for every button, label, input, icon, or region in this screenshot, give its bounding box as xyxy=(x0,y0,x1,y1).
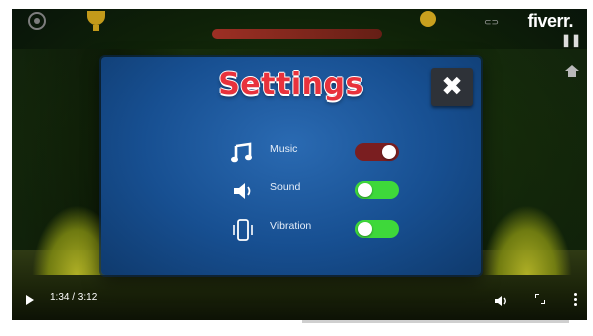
setting-row-sound: Sound xyxy=(219,176,419,204)
video-controls: 1:34 / 3:12 xyxy=(12,287,587,320)
gear-icon xyxy=(28,12,46,30)
setting-label: Sound xyxy=(270,181,301,193)
speaker-icon xyxy=(231,180,255,202)
pause-icon: ❚❚ xyxy=(561,33,582,47)
volume-icon[interactable] xyxy=(495,294,509,306)
health-bar xyxy=(212,29,382,39)
trophy-icon xyxy=(87,11,105,31)
setting-label: Music xyxy=(270,143,298,155)
close-button[interactable]: ✖ xyxy=(431,68,473,106)
link-icon: ⊂⊃ xyxy=(484,17,500,27)
play-icon[interactable] xyxy=(26,295,34,305)
setting-row-music: Music xyxy=(219,138,419,166)
vibration-icon xyxy=(231,219,255,241)
close-icon: ✖ xyxy=(441,72,463,102)
coin-icon xyxy=(420,11,436,27)
more-options-icon[interactable] xyxy=(574,293,577,307)
progress-played xyxy=(24,320,302,323)
progress-track[interactable] xyxy=(24,320,569,323)
setting-row-vibration: Vibration xyxy=(219,215,419,243)
time-display: 1:34 / 3:12 xyxy=(50,292,98,303)
music-toggle[interactable] xyxy=(355,143,399,161)
setting-label: Vibration xyxy=(270,220,312,232)
toggle-knob xyxy=(382,145,396,159)
settings-dialog: Settings ✖ Music Sound Vibration xyxy=(101,57,481,275)
toggle-knob xyxy=(358,222,372,236)
screenshot-frame: ⊂⊃ fiverr. ❚❚ Settings ✖ Music Sound Vib… xyxy=(0,0,593,336)
game-hud: ⊂⊃ fiverr. ❚❚ xyxy=(12,9,587,77)
dialog-title: Settings xyxy=(218,67,364,102)
music-note-icon xyxy=(231,142,255,164)
fullscreen-icon[interactable] xyxy=(535,294,545,304)
vibration-toggle[interactable] xyxy=(355,220,399,238)
home-icon xyxy=(565,65,579,77)
toggle-knob xyxy=(358,183,372,197)
fiverr-watermark: fiverr. xyxy=(527,11,573,31)
grass-decoration xyxy=(482,205,572,275)
sound-toggle[interactable] xyxy=(355,181,399,199)
